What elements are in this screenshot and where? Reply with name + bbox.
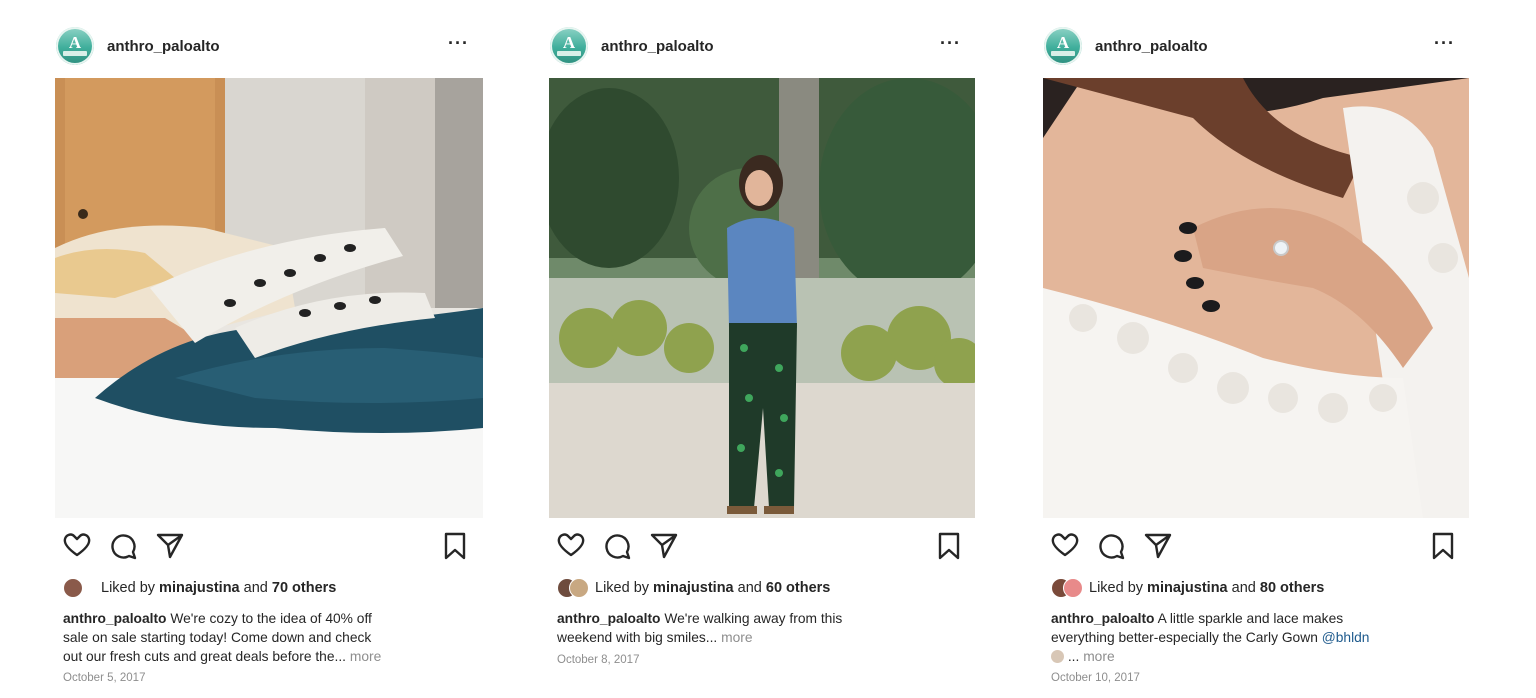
post-date[interactable]: October 8, 2017 xyxy=(557,654,639,666)
bookmark-icon[interactable] xyxy=(443,532,467,560)
liker-avatars[interactable] xyxy=(1051,578,1087,598)
liker-avatars[interactable] xyxy=(557,578,593,598)
liked-and: and xyxy=(733,579,766,596)
caption-mention-link[interactable]: @bhldn xyxy=(1322,630,1370,645)
bookmark-icon[interactable] xyxy=(937,532,961,560)
post-photo[interactable] xyxy=(55,78,483,518)
caption-more-link[interactable]: more xyxy=(350,649,381,664)
post-date[interactable]: October 5, 2017 xyxy=(63,672,145,684)
post-header: A anthro_paloalto ··· xyxy=(55,27,483,67)
caption-line: We're cozy to the idea of 40% off xyxy=(170,611,372,626)
post-username[interactable]: anthro_paloalto xyxy=(601,38,714,55)
post-username[interactable]: anthro_paloalto xyxy=(107,38,220,55)
liked-and: and xyxy=(1227,579,1260,596)
more-options-icon[interactable]: ··· xyxy=(448,33,469,54)
heart-icon[interactable] xyxy=(1051,532,1079,558)
caption-username[interactable]: anthro_paloalto xyxy=(1051,611,1154,626)
post-photo[interactable] xyxy=(549,78,975,518)
comment-icon[interactable] xyxy=(604,532,632,560)
photo-woman-garden xyxy=(549,78,975,518)
likes-summary: Liked by minajustina and 80 others xyxy=(1051,578,1324,598)
post-caption: anthro_paloalto A little sparkle and lac… xyxy=(1051,609,1449,666)
photo-socks-sweater xyxy=(55,78,483,518)
share-icon[interactable] xyxy=(649,532,679,560)
post-card: A anthro_paloalto ··· Liked by minajusti… xyxy=(549,0,975,698)
share-icon[interactable] xyxy=(1143,532,1173,560)
caption-more-link[interactable]: more xyxy=(721,630,752,645)
post-actions xyxy=(549,532,975,562)
caption-line: sale on sale starting today! Come down a… xyxy=(63,630,372,645)
liker-avatar[interactable] xyxy=(569,578,589,598)
liked-and: and xyxy=(239,579,272,596)
liked-by-prefix: Liked by xyxy=(595,580,654,596)
likes-summary: Liked by minajustina and 70 others xyxy=(63,578,336,598)
post-header: A anthro_paloalto ··· xyxy=(549,27,975,67)
liked-user-link[interactable]: minajustina xyxy=(653,580,734,596)
liked-user-link[interactable]: minajustina xyxy=(159,580,240,596)
post-card: A anthro_paloalto ··· Liked by minajusti… xyxy=(55,0,483,698)
avatar-letter: A xyxy=(1056,33,1070,52)
liked-count-link[interactable]: 70 others xyxy=(272,580,336,596)
post-card: A anthro_paloalto ··· Liked by minajusti… xyxy=(1043,0,1469,698)
heart-icon[interactable] xyxy=(63,532,91,558)
liked-by-prefix: Liked by xyxy=(101,580,160,596)
post-header: A anthro_paloalto ··· xyxy=(1043,27,1469,67)
caption-line: ... xyxy=(1067,649,1080,664)
caption-username[interactable]: anthro_paloalto xyxy=(557,611,660,626)
more-options-icon[interactable]: ··· xyxy=(940,33,961,54)
post-actions xyxy=(55,532,483,562)
heart-icon[interactable] xyxy=(557,532,585,558)
post-photo[interactable] xyxy=(1043,78,1469,518)
bookmark-icon[interactable] xyxy=(1431,532,1455,560)
avatar-letter: A xyxy=(562,33,576,52)
caption-line: everything better-especially the Carly G… xyxy=(1051,630,1318,645)
post-username[interactable]: anthro_paloalto xyxy=(1095,38,1208,55)
avatar-band xyxy=(63,51,87,56)
bride-emoji-icon xyxy=(1051,650,1064,663)
avatar-band xyxy=(1051,51,1075,56)
liker-avatar[interactable] xyxy=(1063,578,1083,598)
profile-avatar[interactable]: A xyxy=(56,27,94,65)
photo-lace-gown-ring xyxy=(1043,78,1469,518)
liked-user-link[interactable]: minajustina xyxy=(1147,580,1228,596)
post-date[interactable]: October 10, 2017 xyxy=(1051,672,1140,684)
post-actions xyxy=(1043,532,1469,562)
caption-line: weekend with big smiles... xyxy=(557,630,718,645)
liked-by-prefix: Liked by xyxy=(1089,580,1148,596)
share-icon[interactable] xyxy=(155,532,185,560)
likes-summary: Liked by minajustina and 60 others xyxy=(557,578,830,598)
post-caption: anthro_paloalto We're cozy to the idea o… xyxy=(63,609,463,666)
post-caption: anthro_paloalto We're walking away from … xyxy=(557,609,955,647)
avatar-letter: A xyxy=(68,33,82,52)
liker-avatars[interactable] xyxy=(63,578,99,598)
liked-count-link[interactable]: 60 others xyxy=(766,580,830,596)
caption-line: out our fresh cuts and great deals befor… xyxy=(63,649,347,664)
more-options-icon[interactable]: ··· xyxy=(1434,33,1455,54)
caption-more-link[interactable]: more xyxy=(1083,649,1114,664)
avatar-band xyxy=(557,51,581,56)
comment-icon[interactable] xyxy=(1098,532,1126,560)
caption-line: A little sparkle and lace makes xyxy=(1157,611,1344,626)
profile-avatar[interactable]: A xyxy=(550,27,588,65)
caption-line: We're walking away from this xyxy=(664,611,843,626)
caption-username[interactable]: anthro_paloalto xyxy=(63,611,166,626)
liked-count-link[interactable]: 80 others xyxy=(1260,580,1324,596)
profile-avatar[interactable]: A xyxy=(1044,27,1082,65)
liker-avatar[interactable] xyxy=(63,578,83,598)
comment-icon[interactable] xyxy=(110,532,138,560)
